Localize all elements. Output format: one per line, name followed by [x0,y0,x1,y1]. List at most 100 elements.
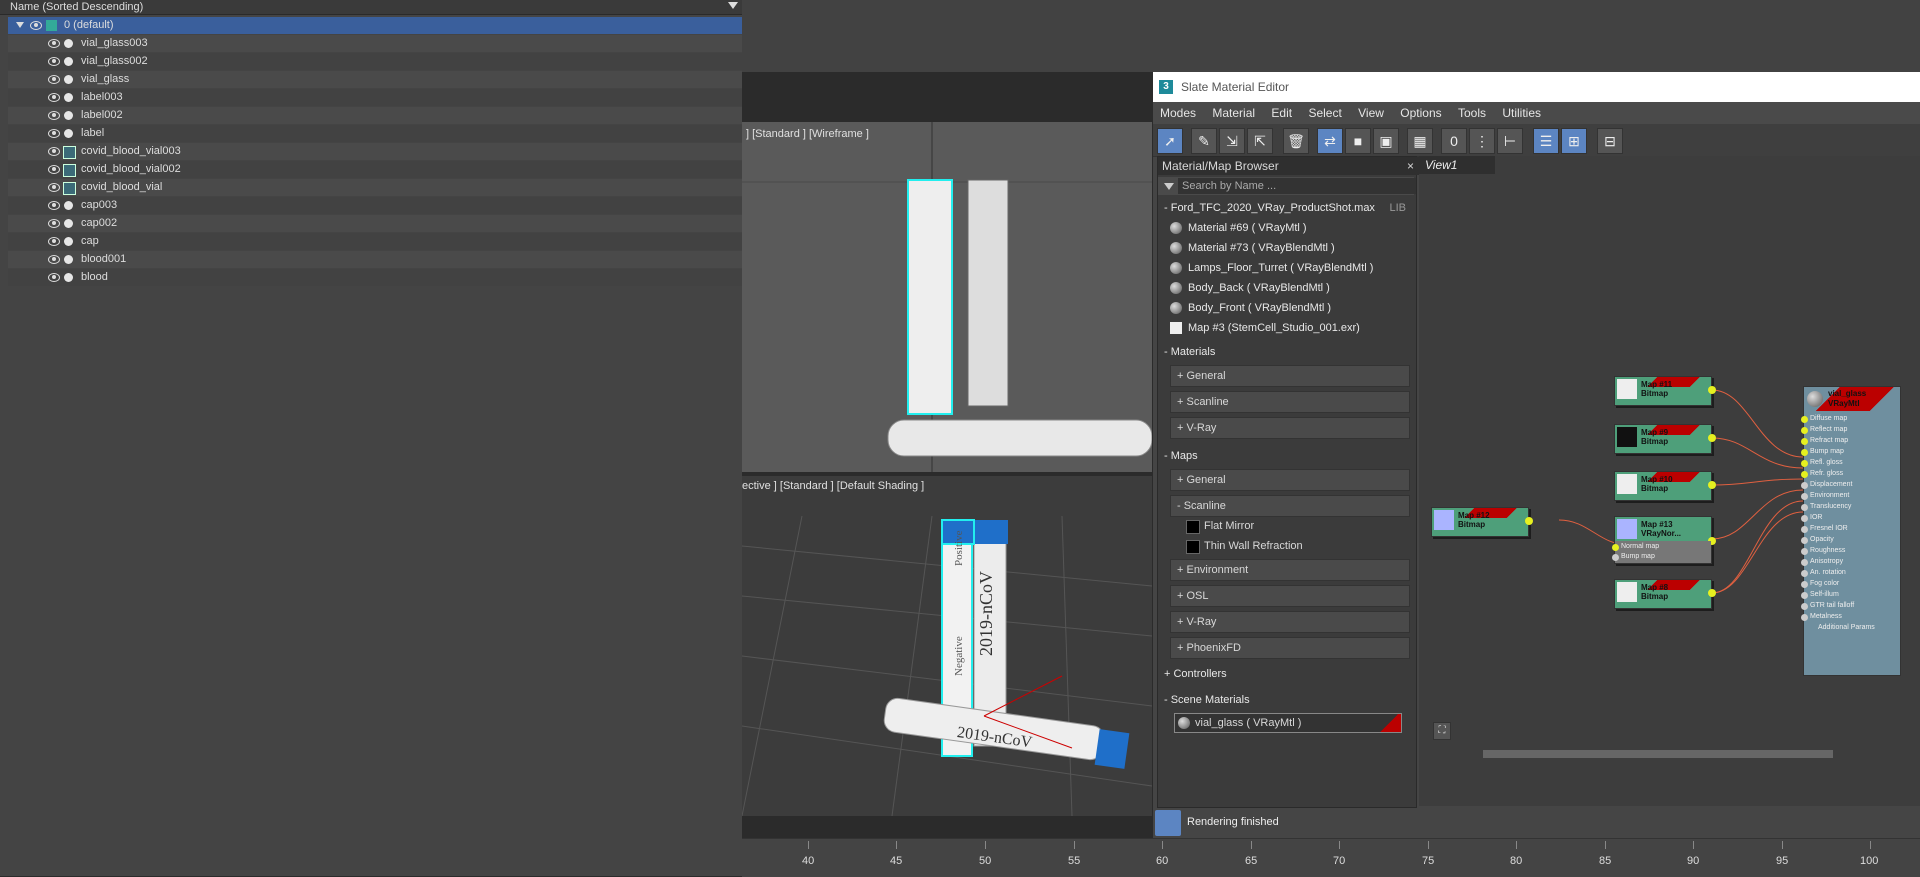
eye-icon[interactable] [48,111,60,120]
output-socket[interactable] [1708,434,1716,442]
object-row[interactable]: covid_blood_vial002 [8,161,742,178]
scene-materials-header[interactable]: - Scene Materials [1160,691,1410,709]
object-row[interactable]: vial_glass003 [8,35,742,52]
input-socket[interactable] [1801,559,1808,566]
materials-general[interactable]: + General [1170,365,1410,387]
object-row[interactable]: cap002 [8,215,742,232]
object-row[interactable]: blood001 [8,251,742,268]
search-options-icon[interactable] [1164,183,1174,190]
input-socket[interactable] [1801,482,1808,489]
navigation-icon[interactable]: ⛶ [1433,722,1451,740]
input-socket[interactable] [1801,493,1808,500]
eye-icon[interactable] [48,57,60,66]
eye-icon[interactable] [48,75,60,84]
maps-phoenixfd[interactable]: + PhoenixFD [1170,637,1410,659]
input-socket[interactable] [1801,504,1808,511]
maps-general[interactable]: + General [1170,469,1410,491]
scene-material-item[interactable]: vial_glass ( VRayMtl ) [1174,713,1402,733]
object-row[interactable]: blood [8,269,742,286]
menu-utilities[interactable]: Utilities [1502,106,1541,120]
material-node[interactable]: vial_glass VRayMtl Diffuse map Reflect ma… [1801,386,1901,676]
layout-vertical-icon[interactable]: ⋮ [1469,128,1495,154]
viewport-front[interactable]: ] [Standard ] [Wireframe ] [742,122,1152,472]
input-socket[interactable] [1801,438,1808,445]
search-input[interactable]: Search by Name ... [1178,178,1416,194]
window-title-bar[interactable]: 3 Slate Material Editor [1153,72,1920,102]
menu-material[interactable]: Material [1212,106,1255,120]
library-item[interactable]: Material #73 ( VRayBlendMtl ) [1170,239,1406,257]
maps-scanline[interactable]: - Scanline [1170,495,1410,517]
assign-material-icon[interactable]: ⇲ [1219,128,1245,154]
grid-icon[interactable]: ⊟ [1597,128,1623,154]
object-row[interactable]: label [8,125,742,142]
expand-icon[interactable] [16,22,24,28]
eye-icon[interactable] [48,273,60,282]
explorer-header[interactable]: Name (Sorted Descending) [0,0,742,15]
materials-header[interactable]: - Materials [1160,343,1410,361]
input-socket[interactable] [1801,592,1808,599]
menu-view[interactable]: View [1358,106,1384,120]
additional-params[interactable]: Additional Params [1818,622,1875,634]
menu-select[interactable]: Select [1308,106,1341,120]
input-socket[interactable] [1801,427,1808,434]
menu-edit[interactable]: Edit [1271,106,1292,120]
object-row[interactable]: label003 [8,89,742,106]
timeline-ruler[interactable]: 40 45 50 55 60 65 70 75 80 85 90 95 100 [742,838,1920,877]
viewport-perspective[interactable]: ective ] [Standard ] [Default Shading ] … [742,476,1152,816]
eye-icon[interactable] [48,165,60,174]
maps-vray[interactable]: + V-Ray [1170,611,1410,633]
bitmap-node[interactable]: Map #12 Bitmap [1431,507,1533,537]
object-row[interactable]: covid_blood_vial [8,179,742,196]
output-socket[interactable] [1525,517,1533,525]
bitmap-node[interactable]: Map #9 Bitmap [1614,424,1716,454]
input-socket[interactable] [1612,554,1619,561]
input-slot[interactable]: Bump map [1612,551,1655,563]
maps-environment[interactable]: + Environment [1170,559,1410,581]
input-socket[interactable] [1801,537,1808,544]
lock-icon[interactable]: ■ [1345,128,1371,154]
library-item[interactable]: Body_Front ( VRayBlendMtl ) [1170,299,1406,317]
materials-scanline[interactable]: + Scanline [1170,391,1410,413]
eye-icon[interactable] [48,39,60,48]
library-item[interactable]: Body_Back ( VRayBlendMtl ) [1170,279,1406,297]
input-socket[interactable] [1612,544,1619,551]
close-icon[interactable]: × [1407,157,1414,175]
eye-icon[interactable] [30,21,42,30]
background-icon[interactable]: ▣ [1373,128,1399,154]
menu-tools[interactable]: Tools [1458,106,1486,120]
input-socket[interactable] [1801,526,1808,533]
materials-vray[interactable]: + V-Ray [1170,417,1410,439]
bitmap-node[interactable]: Map #11 Bitmap [1614,376,1716,406]
input-socket[interactable] [1801,570,1808,577]
horizontal-scrollbar[interactable] [1483,750,1833,758]
library-item[interactable]: Lamps_Floor_Turret ( VRayBlendMtl ) [1170,259,1406,277]
input-socket[interactable] [1801,581,1808,588]
eye-icon[interactable] [48,147,60,156]
eye-icon[interactable] [48,183,60,192]
move-children-icon[interactable]: ⇄ [1317,128,1343,154]
library-item[interactable]: Map #3 (StemCell_Studio_001.exr) [1170,319,1406,337]
input-socket[interactable] [1801,515,1808,522]
eye-icon[interactable] [48,93,60,102]
input-socket[interactable] [1801,416,1808,423]
object-row[interactable]: vial_glass002 [8,53,742,70]
output-socket[interactable] [1708,386,1716,394]
bitmap-node[interactable]: Map #8 Bitmap [1614,579,1716,609]
output-socket[interactable] [1708,589,1716,597]
eye-icon[interactable] [48,219,60,228]
library-item[interactable]: Material #69 ( VRayMtl ) [1170,219,1406,237]
object-row[interactable]: vial_glass [8,71,742,88]
eye-icon[interactable] [48,129,60,138]
input-socket[interactable] [1801,449,1808,456]
bitmap-node[interactable]: Map #10 Bitmap [1614,471,1716,501]
input-socket[interactable] [1801,548,1808,555]
hide-slots-icon[interactable]: ⊞ [1561,128,1587,154]
dropdown-arrow-icon[interactable] [728,2,738,9]
eyedropper-icon[interactable]: ✎ [1191,128,1217,154]
input-socket[interactable] [1801,614,1808,621]
material-id-icon[interactable]: 0 [1441,128,1467,154]
pick-material-icon[interactable]: ⇱ [1247,128,1273,154]
eye-icon[interactable] [48,201,60,210]
vraynormal-node[interactable]: Map #13 VRayNor... Normal map Bump map [1612,516,1716,564]
eye-icon[interactable] [48,237,60,246]
